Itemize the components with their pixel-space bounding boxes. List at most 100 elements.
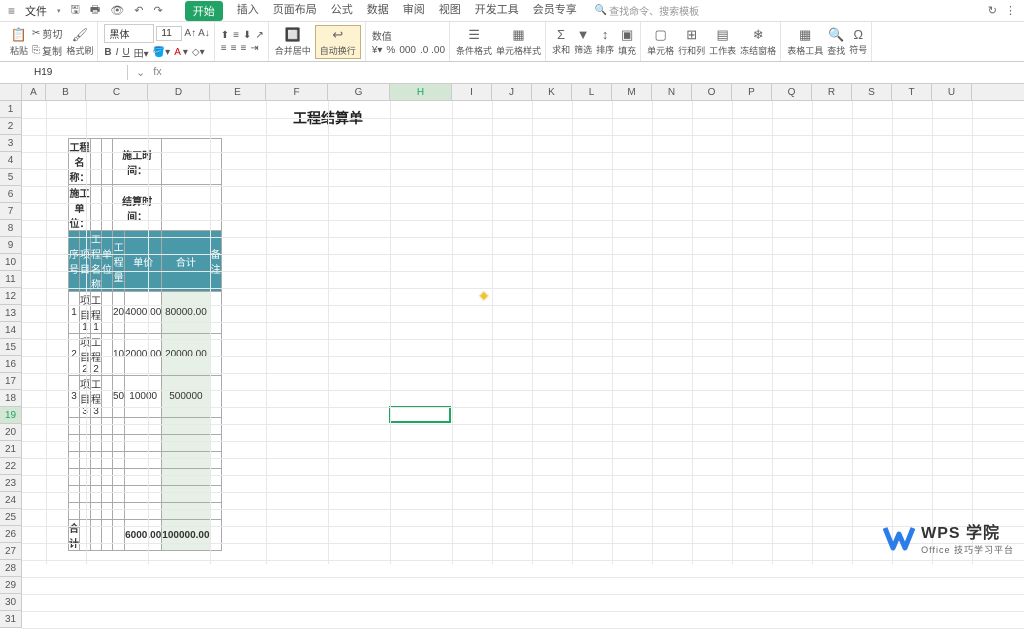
align-right-icon[interactable]: ≡ xyxy=(240,43,246,54)
col-header-O[interactable]: O xyxy=(692,84,732,100)
number-format-select[interactable]: 数值 xyxy=(372,28,445,43)
underline-button[interactable]: U xyxy=(122,47,129,58)
fx-cancel-icon[interactable]: ⌄ xyxy=(136,66,145,79)
save-icon[interactable]: 🖫 xyxy=(71,1,80,20)
cell-style-button[interactable]: ▦单元格样式 xyxy=(496,27,541,57)
row-header-26[interactable]: 26 xyxy=(0,526,21,543)
more-icon[interactable]: ⋮ xyxy=(1005,4,1016,17)
col-header-S[interactable]: S xyxy=(852,84,892,100)
col-header-L[interactable]: L xyxy=(572,84,612,100)
symbol-button[interactable]: Ω符号 xyxy=(849,27,867,56)
col-header-A[interactable]: A xyxy=(22,84,46,100)
cut-button[interactable]: ✂ 剪切 xyxy=(32,26,62,41)
tab-formula[interactable]: 公式 xyxy=(331,1,353,21)
tab-insert[interactable]: 插入 xyxy=(237,1,259,21)
row-col-button[interactable]: ⊞行和列 xyxy=(678,27,705,57)
increase-font-icon[interactable]: A↑ xyxy=(184,28,196,39)
bold-button[interactable]: B xyxy=(104,47,111,58)
border-button[interactable]: 田▾ xyxy=(134,45,149,60)
cond-format-button[interactable]: ☰条件格式 xyxy=(456,27,492,57)
row-header-28[interactable]: 28 xyxy=(0,560,21,577)
tab-start[interactable]: 开始 xyxy=(185,1,223,21)
row-header-9[interactable]: 9 xyxy=(0,237,21,254)
align-top-icon[interactable]: ⬆ xyxy=(221,30,229,41)
col-header-C[interactable]: C xyxy=(86,84,148,100)
row-header-27[interactable]: 27 xyxy=(0,543,21,560)
formula-input[interactable] xyxy=(170,71,1024,75)
col-header-I[interactable]: I xyxy=(452,84,492,100)
row-header-1[interactable]: 1 xyxy=(0,101,21,118)
col-header-D[interactable]: D xyxy=(148,84,210,100)
align-bottom-icon[interactable]: ⬇ xyxy=(243,30,251,41)
italic-button[interactable]: I xyxy=(116,47,119,58)
file-menu[interactable]: 文件 xyxy=(25,3,47,19)
fx-icon[interactable]: fx xyxy=(153,66,162,79)
row-header-13[interactable]: 13 xyxy=(0,305,21,322)
row-header-16[interactable]: 16 xyxy=(0,356,21,373)
file-menu-caret-icon[interactable]: ▾ xyxy=(57,7,61,15)
row-header-29[interactable]: 29 xyxy=(0,577,21,594)
col-header-H[interactable]: H xyxy=(390,84,452,100)
col-header-P[interactable]: P xyxy=(732,84,772,100)
row-header-8[interactable]: 8 xyxy=(0,220,21,237)
row-header-3[interactable]: 3 xyxy=(0,135,21,152)
comma-icon[interactable]: 000 xyxy=(399,45,416,56)
tab-layout[interactable]: 页面布局 xyxy=(273,1,317,21)
row-header-17[interactable]: 17 xyxy=(0,373,21,390)
col-header-T[interactable]: T xyxy=(892,84,932,100)
row-header-2[interactable]: 2 xyxy=(0,118,21,135)
row-header-12[interactable]: 12 xyxy=(0,288,21,305)
row-header-25[interactable]: 25 xyxy=(0,509,21,526)
auto-wrap-button[interactable]: ↩自动换行 xyxy=(315,25,361,59)
row-header-5[interactable]: 5 xyxy=(0,169,21,186)
sum-button[interactable]: Σ求和 xyxy=(552,27,570,56)
row-header-15[interactable]: 15 xyxy=(0,339,21,356)
row-header-11[interactable]: 11 xyxy=(0,271,21,288)
align-middle-icon[interactable]: ≡ xyxy=(233,30,239,41)
undo-icon[interactable]: ↶ xyxy=(134,4,143,17)
search-box[interactable]: 🔍 查找命令、搜索模板 xyxy=(595,3,699,18)
font-color-button[interactable]: A▾ xyxy=(174,47,188,58)
orientation-icon[interactable]: ↗ xyxy=(255,30,263,41)
font-size-select[interactable]: 11 xyxy=(156,26,182,41)
paste-button[interactable]: 📋粘贴 xyxy=(10,27,28,57)
row-header-22[interactable]: 22 xyxy=(0,458,21,475)
row-header-19[interactable]: 19 xyxy=(0,407,21,424)
merge-center-button[interactable]: 🔲合并居中 xyxy=(275,27,311,57)
cell-button[interactable]: ▢单元格 xyxy=(647,27,674,57)
hamburger-icon[interactable]: ≡ xyxy=(8,4,15,18)
indent-icon[interactable]: ⇥ xyxy=(250,43,258,54)
row-header-6[interactable]: 6 xyxy=(0,186,21,203)
row-header-30[interactable]: 30 xyxy=(0,594,21,611)
row-header-23[interactable]: 23 xyxy=(0,475,21,492)
find-button[interactable]: 🔍查找 xyxy=(827,27,845,57)
format-painter-button[interactable]: 🖌格式刷 xyxy=(66,27,93,57)
sync-icon[interactable]: ↻ xyxy=(988,4,997,17)
col-header-J[interactable]: J xyxy=(492,84,532,100)
tab-data[interactable]: 数据 xyxy=(367,1,389,21)
col-header-Q[interactable]: Q xyxy=(772,84,812,100)
fill-color-button[interactable]: 🪣▾ xyxy=(153,47,170,58)
preview-icon[interactable]: 👁 xyxy=(110,4,124,17)
tab-dev[interactable]: 开发工具 xyxy=(475,1,519,21)
currency-icon[interactable]: ¥▾ xyxy=(372,45,383,56)
worksheet-button[interactable]: ▤工作表 xyxy=(709,27,736,57)
row-header-20[interactable]: 20 xyxy=(0,424,21,441)
tab-view[interactable]: 视图 xyxy=(439,1,461,21)
name-box[interactable]: H19 xyxy=(28,65,128,80)
col-header-K[interactable]: K xyxy=(532,84,572,100)
col-header-B[interactable]: B xyxy=(46,84,86,100)
col-header-R[interactable]: R xyxy=(812,84,852,100)
sort-button[interactable]: ↕排序 xyxy=(596,27,614,56)
row-header-14[interactable]: 14 xyxy=(0,322,21,339)
row-header-10[interactable]: 10 xyxy=(0,254,21,271)
tab-review[interactable]: 审阅 xyxy=(403,1,425,21)
font-name-select[interactable]: 黑体 xyxy=(104,24,154,43)
align-left-icon[interactable]: ≡ xyxy=(221,43,227,54)
row-header-24[interactable]: 24 xyxy=(0,492,21,509)
percent-icon[interactable]: % xyxy=(386,45,395,56)
col-header-U[interactable]: U xyxy=(932,84,972,100)
freeze-button[interactable]: ❄冻结窗格 xyxy=(740,27,776,57)
tab-member[interactable]: 会员专享 xyxy=(533,1,577,21)
col-header-N[interactable]: N xyxy=(652,84,692,100)
